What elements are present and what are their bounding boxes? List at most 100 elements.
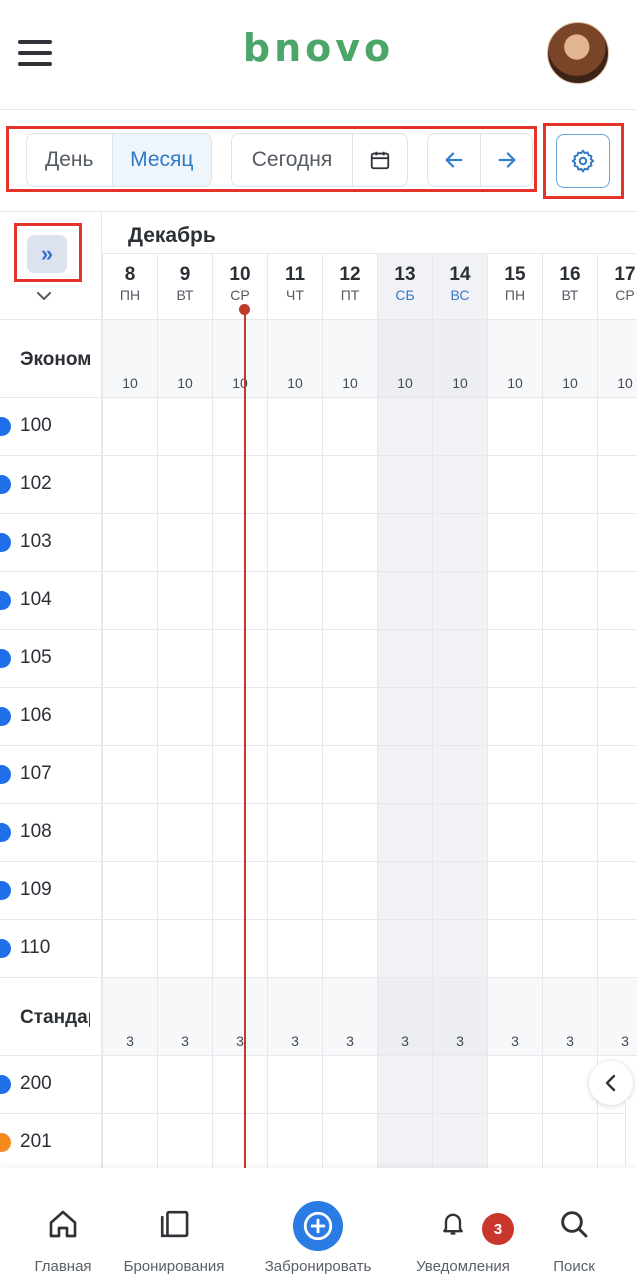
booking-cell[interactable] — [487, 746, 542, 804]
booking-cell[interactable] — [542, 514, 597, 572]
booking-cell[interactable] — [102, 456, 157, 514]
booking-cell[interactable] — [212, 804, 267, 862]
booking-cell[interactable] — [377, 1056, 432, 1114]
room-row[interactable]: 106 — [0, 688, 102, 746]
booking-cell[interactable] — [157, 456, 212, 514]
booking-cell[interactable] — [212, 1056, 267, 1114]
room-category-row[interactable]: Эконом — [0, 320, 102, 398]
booking-cell[interactable] — [212, 398, 267, 456]
booking-cell[interactable] — [487, 862, 542, 920]
booking-cell[interactable] — [597, 514, 637, 572]
booking-cell[interactable] — [102, 514, 157, 572]
booking-cell[interactable] — [267, 920, 322, 978]
booking-cell[interactable] — [157, 688, 212, 746]
day-header[interactable]: 8 ПН — [102, 254, 157, 320]
booking-cell[interactable] — [487, 514, 542, 572]
booking-cell[interactable] — [542, 1114, 597, 1168]
booking-cell[interactable] — [432, 456, 487, 514]
booking-cell[interactable] — [432, 1056, 487, 1114]
booking-cell[interactable] — [322, 456, 377, 514]
booking-cell[interactable] — [487, 1056, 542, 1114]
booking-cell[interactable] — [102, 862, 157, 920]
booking-cell[interactable] — [432, 514, 487, 572]
booking-cell[interactable] — [432, 862, 487, 920]
room-row[interactable]: 110 — [0, 920, 102, 978]
booking-cell[interactable] — [597, 630, 637, 688]
booking-cell[interactable] — [487, 688, 542, 746]
booking-cell[interactable] — [322, 746, 377, 804]
booking-cell[interactable] — [432, 746, 487, 804]
booking-cell[interactable] — [542, 804, 597, 862]
booking-cell[interactable] — [597, 746, 637, 804]
nav-book[interactable]: Забронировать — [254, 1168, 382, 1280]
view-day-button[interactable]: День — [27, 134, 112, 186]
booking-cell[interactable] — [597, 572, 637, 630]
booking-cell[interactable] — [377, 688, 432, 746]
side-panel-handle[interactable] — [625, 1100, 637, 1166]
booking-cell[interactable] — [597, 398, 637, 456]
booking-cell[interactable] — [157, 920, 212, 978]
booking-cell[interactable] — [212, 1114, 267, 1168]
day-header[interactable]: 17 СР — [597, 254, 637, 320]
booking-cell[interactable] — [487, 456, 542, 514]
booking-cell[interactable] — [377, 398, 432, 456]
booking-cell[interactable] — [377, 746, 432, 804]
view-month-button[interactable]: Месяц — [111, 134, 211, 186]
booking-cell[interactable] — [102, 1056, 157, 1114]
booking-cell[interactable] — [212, 630, 267, 688]
booking-cell[interactable] — [157, 514, 212, 572]
settings-button[interactable] — [556, 134, 610, 188]
booking-cell[interactable] — [487, 398, 542, 456]
booking-cell[interactable] — [212, 920, 267, 978]
booking-cell[interactable] — [542, 862, 597, 920]
booking-cell[interactable] — [542, 920, 597, 978]
booking-cell[interactable] — [542, 456, 597, 514]
booking-cell[interactable] — [322, 514, 377, 572]
booking-cell[interactable] — [157, 1114, 212, 1168]
day-header[interactable]: 14 ВС — [432, 254, 487, 320]
room-category-row[interactable]: Стандарт — [0, 978, 102, 1056]
booking-cell[interactable] — [322, 1056, 377, 1114]
booking-cell[interactable] — [377, 920, 432, 978]
booking-cell[interactable] — [432, 920, 487, 978]
booking-cell[interactable] — [267, 688, 322, 746]
booking-cell[interactable] — [102, 1114, 157, 1168]
booking-cell[interactable] — [322, 572, 377, 630]
nav-home[interactable]: Главная — [20, 1168, 106, 1280]
booking-cell[interactable] — [102, 398, 157, 456]
booking-cell[interactable] — [157, 804, 212, 862]
booking-cell[interactable] — [267, 630, 322, 688]
booking-cell[interactable] — [542, 398, 597, 456]
booking-cell[interactable] — [212, 688, 267, 746]
booking-cell[interactable] — [157, 572, 212, 630]
booking-cell[interactable] — [267, 746, 322, 804]
booking-cell[interactable] — [542, 630, 597, 688]
day-header[interactable]: 12 ПТ — [322, 254, 377, 320]
booking-cell[interactable] — [267, 514, 322, 572]
booking-cell[interactable] — [542, 688, 597, 746]
booking-cell[interactable] — [377, 572, 432, 630]
booking-cell[interactable] — [487, 630, 542, 688]
day-header[interactable]: 13 СБ — [377, 254, 432, 320]
booking-cell[interactable] — [267, 1056, 322, 1114]
booking-cell[interactable] — [377, 630, 432, 688]
booking-cell[interactable] — [102, 804, 157, 862]
day-header[interactable]: 11 ЧТ — [267, 254, 322, 320]
room-row[interactable]: 108 — [0, 804, 102, 862]
room-row[interactable]: 104 — [0, 572, 102, 630]
booking-cell[interactable] — [377, 804, 432, 862]
booking-cell[interactable] — [597, 688, 637, 746]
booking-cell[interactable] — [212, 746, 267, 804]
booking-cell[interactable] — [267, 398, 322, 456]
calendar-picker-button[interactable] — [352, 134, 407, 186]
booking-cell[interactable] — [157, 746, 212, 804]
room-row[interactable]: 107 — [0, 746, 102, 804]
nav-bookings[interactable]: Бронирования — [112, 1168, 236, 1280]
room-row[interactable]: 103 — [0, 514, 102, 572]
room-row[interactable]: 200 — [0, 1056, 102, 1114]
booking-cell[interactable] — [157, 1056, 212, 1114]
booking-cell[interactable] — [377, 456, 432, 514]
booking-cell[interactable] — [322, 920, 377, 978]
booking-cell[interactable] — [102, 572, 157, 630]
room-row[interactable]: 201 — [0, 1114, 102, 1172]
